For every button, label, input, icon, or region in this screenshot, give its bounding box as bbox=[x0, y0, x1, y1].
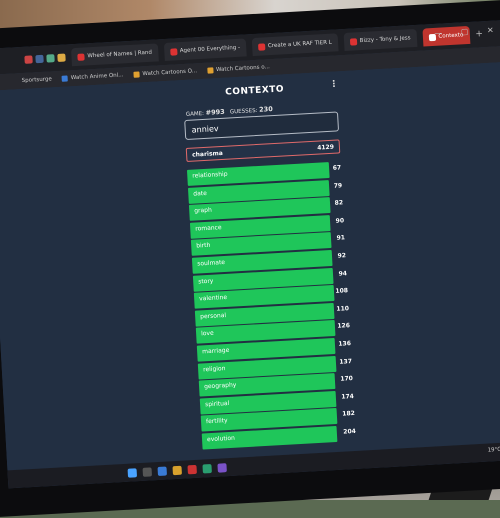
guesses-count: 230 bbox=[258, 105, 273, 114]
guess-word: graph bbox=[194, 206, 213, 215]
guess-rank: 110 bbox=[336, 304, 350, 313]
bookmark-cartoons-2[interactable]: Watch Cartoons o... bbox=[206, 64, 270, 74]
screen: Wheel of Names | Rand Agent 00 Everythin… bbox=[0, 19, 500, 489]
guess-word: religion bbox=[202, 364, 226, 373]
guess-rank: 174 bbox=[341, 392, 355, 401]
pinned-tab-icon[interactable] bbox=[57, 53, 66, 62]
guess-rank: 91 bbox=[336, 234, 346, 243]
tab-wheel-of-names[interactable]: Wheel of Names | Rand bbox=[70, 43, 159, 67]
guesses-label: GUESSES: bbox=[229, 107, 258, 116]
guess-word: personal bbox=[199, 311, 227, 321]
store-icon[interactable] bbox=[202, 463, 212, 474]
last-guess-word: charisma bbox=[191, 149, 224, 159]
guess-rank: 92 bbox=[337, 252, 347, 260]
youtube-icon bbox=[169, 47, 178, 56]
tab-raf-tier[interactable]: Create a UK RAF TIER L bbox=[251, 33, 339, 57]
game-number: #993 bbox=[205, 107, 225, 117]
last-guess-rank: 4129 bbox=[317, 143, 335, 152]
edge-browser-icon[interactable] bbox=[157, 466, 167, 476]
file-explorer-icon[interactable] bbox=[172, 465, 182, 475]
guess-rank: 79 bbox=[333, 181, 343, 190]
guess-word: fertility bbox=[205, 417, 228, 426]
guess-word: story bbox=[198, 277, 214, 286]
guess-word: date bbox=[193, 189, 208, 198]
bookmark-favicon-icon bbox=[61, 75, 69, 82]
guess-rank: 90 bbox=[335, 217, 345, 225]
guess-word: birth bbox=[196, 242, 211, 250]
last-guess-row: charisma 4129 bbox=[185, 139, 341, 162]
tab-favicon-icon bbox=[77, 52, 85, 61]
guess-rank: 182 bbox=[342, 410, 356, 418]
windows-start-icon[interactable] bbox=[127, 467, 138, 478]
guess-rank: 136 bbox=[338, 340, 352, 348]
bookmark-anime[interactable]: Watch Anime Onl... bbox=[61, 72, 124, 82]
guess-rank: 204 bbox=[343, 427, 357, 436]
bookmark-cartoons-1[interactable]: Watch Cartoons O... bbox=[133, 68, 197, 78]
guess-rank: 67 bbox=[332, 164, 342, 172]
tab-favicon-icon bbox=[257, 42, 266, 51]
guess-word: spiritual bbox=[204, 399, 230, 409]
bookmark-sportsurge[interactable]: Sportsurge bbox=[22, 76, 52, 84]
contexto-page: CONTEXTO ⋮ GAME: #993 GUESSES: 230 chari… bbox=[0, 61, 500, 471]
tab-bizzy[interactable]: Bizzy - Tony & Jess bbox=[343, 28, 418, 51]
game-label: GAME: bbox=[185, 110, 205, 118]
pinned-favicons bbox=[24, 53, 66, 64]
guess-rank: 126 bbox=[337, 322, 351, 331]
guess-list: relationship 67 date 79 graph 82 romance 90 birt… bbox=[186, 161, 357, 451]
chrome-icon[interactable] bbox=[187, 464, 197, 474]
youtube-icon bbox=[349, 37, 357, 46]
monitor: Wheel of Names | Rand Agent 00 Everythin… bbox=[0, 0, 500, 518]
menu-icon[interactable]: ⋮ bbox=[329, 79, 339, 89]
weather-tray: 19°C Light rain bbox=[487, 445, 500, 454]
pinned-tab-icon[interactable] bbox=[24, 55, 33, 64]
guess-rank: 94 bbox=[338, 269, 348, 278]
search-icon[interactable] bbox=[142, 466, 152, 477]
tab-agent-00[interactable]: Agent 00 Everything - bbox=[163, 38, 247, 62]
guess-rank: 137 bbox=[339, 357, 353, 366]
guess-word: romance bbox=[195, 223, 222, 233]
pinned-tab-icon[interactable] bbox=[46, 54, 55, 63]
guess-rank: 170 bbox=[340, 375, 354, 383]
guess-rank: 108 bbox=[335, 287, 349, 295]
guess-rank: 82 bbox=[334, 199, 344, 207]
app-icon[interactable] bbox=[217, 462, 227, 473]
bookmark-favicon-icon bbox=[206, 67, 214, 74]
guess-word: love bbox=[200, 330, 214, 338]
pinned-tab-icon[interactable] bbox=[35, 54, 44, 64]
bookmark-favicon-icon bbox=[133, 71, 140, 78]
